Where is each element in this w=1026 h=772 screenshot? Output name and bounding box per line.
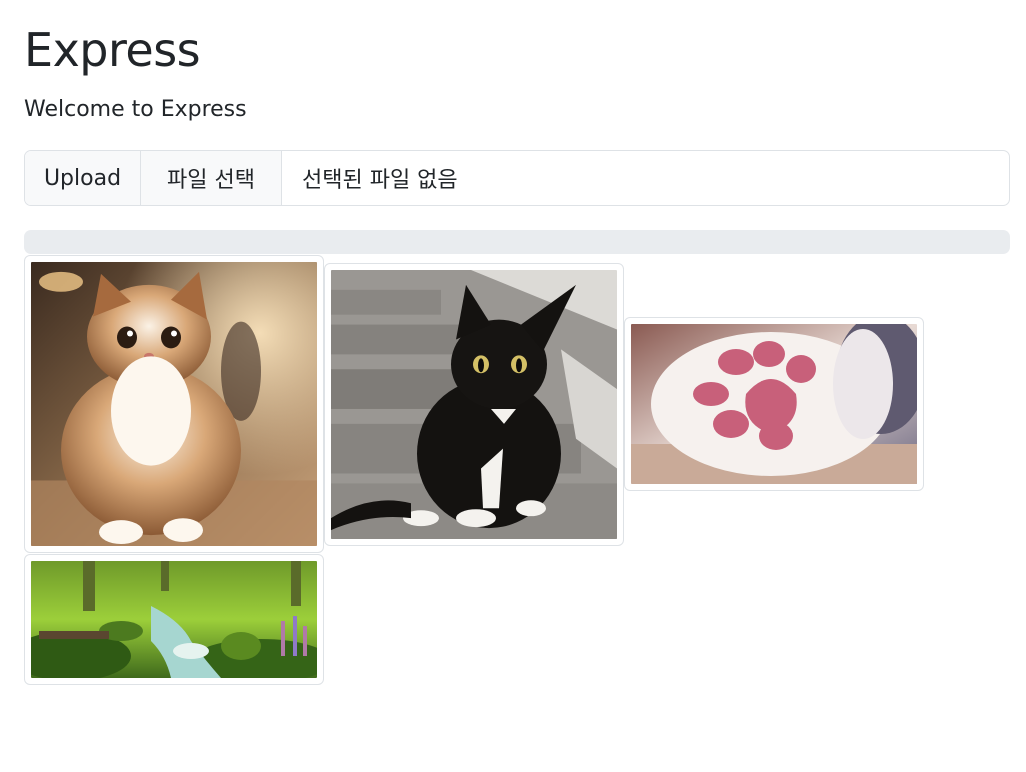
welcome-text: Welcome to Express (24, 97, 247, 122)
gallery-thumbnail-cat-paw[interactable] (624, 317, 924, 491)
upload-progress-bar (24, 230, 1010, 254)
upload-input-group: Upload 파일 선택 선택된 파일 없음 (24, 150, 1010, 206)
cat-paw-image (631, 324, 917, 484)
black-cat-image (331, 270, 617, 539)
gallery-thumbnail-kitten[interactable] (24, 255, 324, 553)
upload-label: Upload (25, 151, 141, 205)
page: Express Welcome to Express Upload 파일 선택 … (0, 0, 1026, 772)
kitten-image (31, 262, 317, 546)
file-status-text[interactable]: 선택된 파일 없음 (282, 151, 1009, 205)
gallery-thumbnail-black-cat[interactable] (324, 263, 624, 546)
gallery-thumbnail-forest[interactable] (24, 554, 324, 685)
choose-file-button[interactable]: 파일 선택 (141, 151, 282, 205)
forest-image (31, 561, 317, 678)
page-title: Express (24, 23, 201, 77)
